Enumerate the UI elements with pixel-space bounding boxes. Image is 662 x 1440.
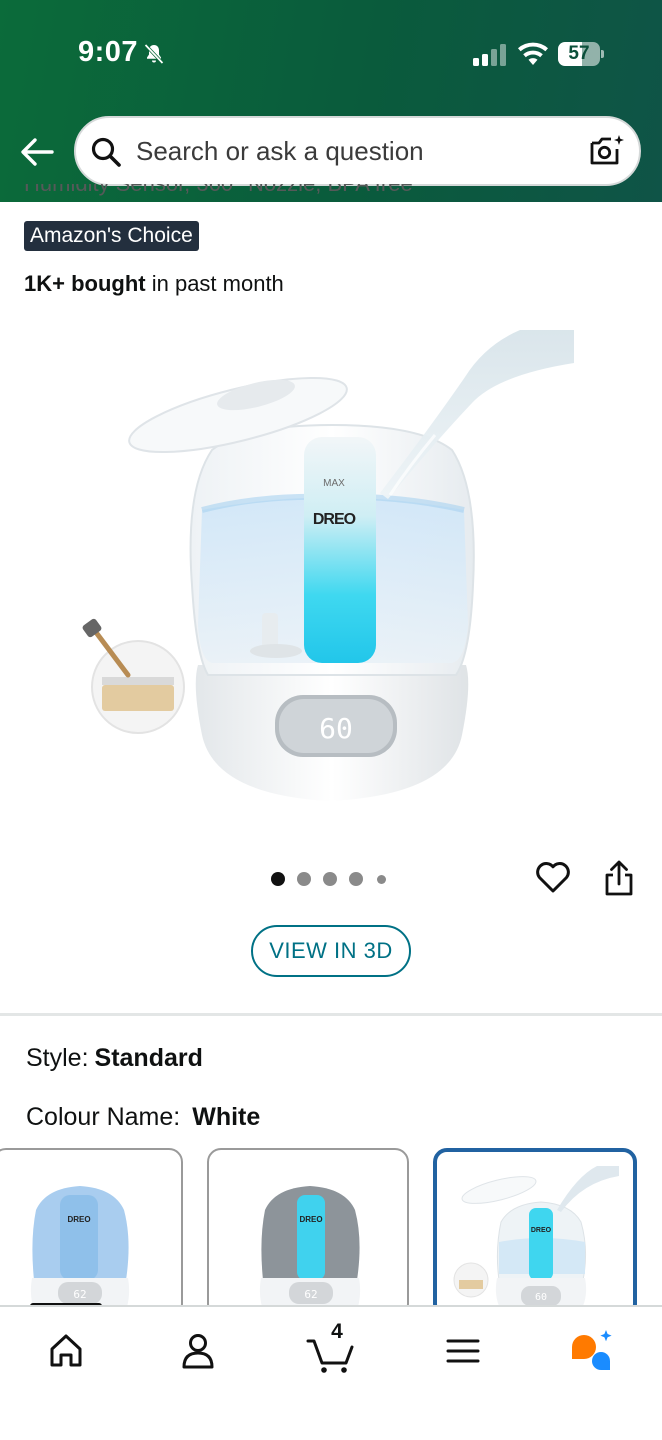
- section-divider: [0, 1013, 662, 1016]
- colour-swatch-grey[interactable]: DREO 62: [207, 1148, 409, 1318]
- status-time: 9:07: [78, 36, 139, 68]
- svg-text:DREO: DREO: [67, 1215, 90, 1224]
- app-header: 9:07 57: [0, 0, 662, 202]
- svg-text:62: 62: [304, 1288, 317, 1301]
- product-title-cutoff: Humidity Sensor, 360° Nozzle, BPA free: [24, 184, 413, 202]
- back-arrow-icon[interactable]: [18, 134, 56, 170]
- carousel-dot[interactable]: [349, 872, 363, 886]
- account-icon[interactable]: [168, 1325, 228, 1375]
- wifi-icon: [518, 42, 548, 65]
- selected-style: Standard: [94, 1044, 203, 1072]
- menu-icon[interactable]: [433, 1325, 493, 1375]
- battery-percent: 57: [568, 43, 590, 64]
- product-image[interactable]: MAX DREO 60: [80, 325, 580, 805]
- svg-text:62: 62: [73, 1288, 86, 1301]
- cart-count-badge: 4: [331, 1320, 343, 1343]
- rufus-ai-icon[interactable]: [564, 1325, 624, 1375]
- search-icon: [91, 137, 121, 167]
- search-input[interactable]: [136, 118, 576, 184]
- carousel-dot[interactable]: [297, 872, 311, 886]
- brand-logo: DREO: [313, 511, 356, 528]
- colour-swatch-white[interactable]: DREO 60: [433, 1148, 637, 1318]
- svg-text:DREO: DREO: [299, 1215, 322, 1224]
- view-in-3d-button[interactable]: VIEW IN 3D: [251, 925, 411, 977]
- battery-indicator: 57: [558, 42, 604, 66]
- display-humidity: 60: [319, 712, 353, 745]
- share-icon[interactable]: [603, 858, 635, 898]
- colour-selector-label: Colour Name: White: [26, 1103, 261, 1131]
- cellular-signal-icon: [473, 44, 506, 66]
- colour-swatch-blue[interactable]: DREO 62: [0, 1148, 183, 1318]
- carousel-dot[interactable]: [271, 872, 285, 886]
- carousel-dot[interactable]: [323, 872, 337, 886]
- svg-text:60: 60: [535, 1292, 547, 1303]
- bought-in-past-month: 1K+ bought in past month: [24, 271, 284, 296]
- style-selector-label: Style: Standard: [26, 1044, 203, 1072]
- heart-icon[interactable]: [534, 858, 572, 896]
- image-carousel-dots: [271, 871, 391, 887]
- amazons-choice-badge: Amazon's Choice: [24, 221, 199, 251]
- selected-colour: White: [192, 1103, 261, 1131]
- carousel-dot[interactable]: [377, 874, 386, 884]
- home-icon[interactable]: [36, 1325, 96, 1375]
- silent-bell-icon: [144, 43, 164, 65]
- svg-text:DREO: DREO: [531, 1227, 552, 1234]
- camera-search-icon[interactable]: [588, 133, 626, 169]
- search-bar[interactable]: [74, 116, 641, 186]
- max-mark: MAX: [323, 478, 345, 489]
